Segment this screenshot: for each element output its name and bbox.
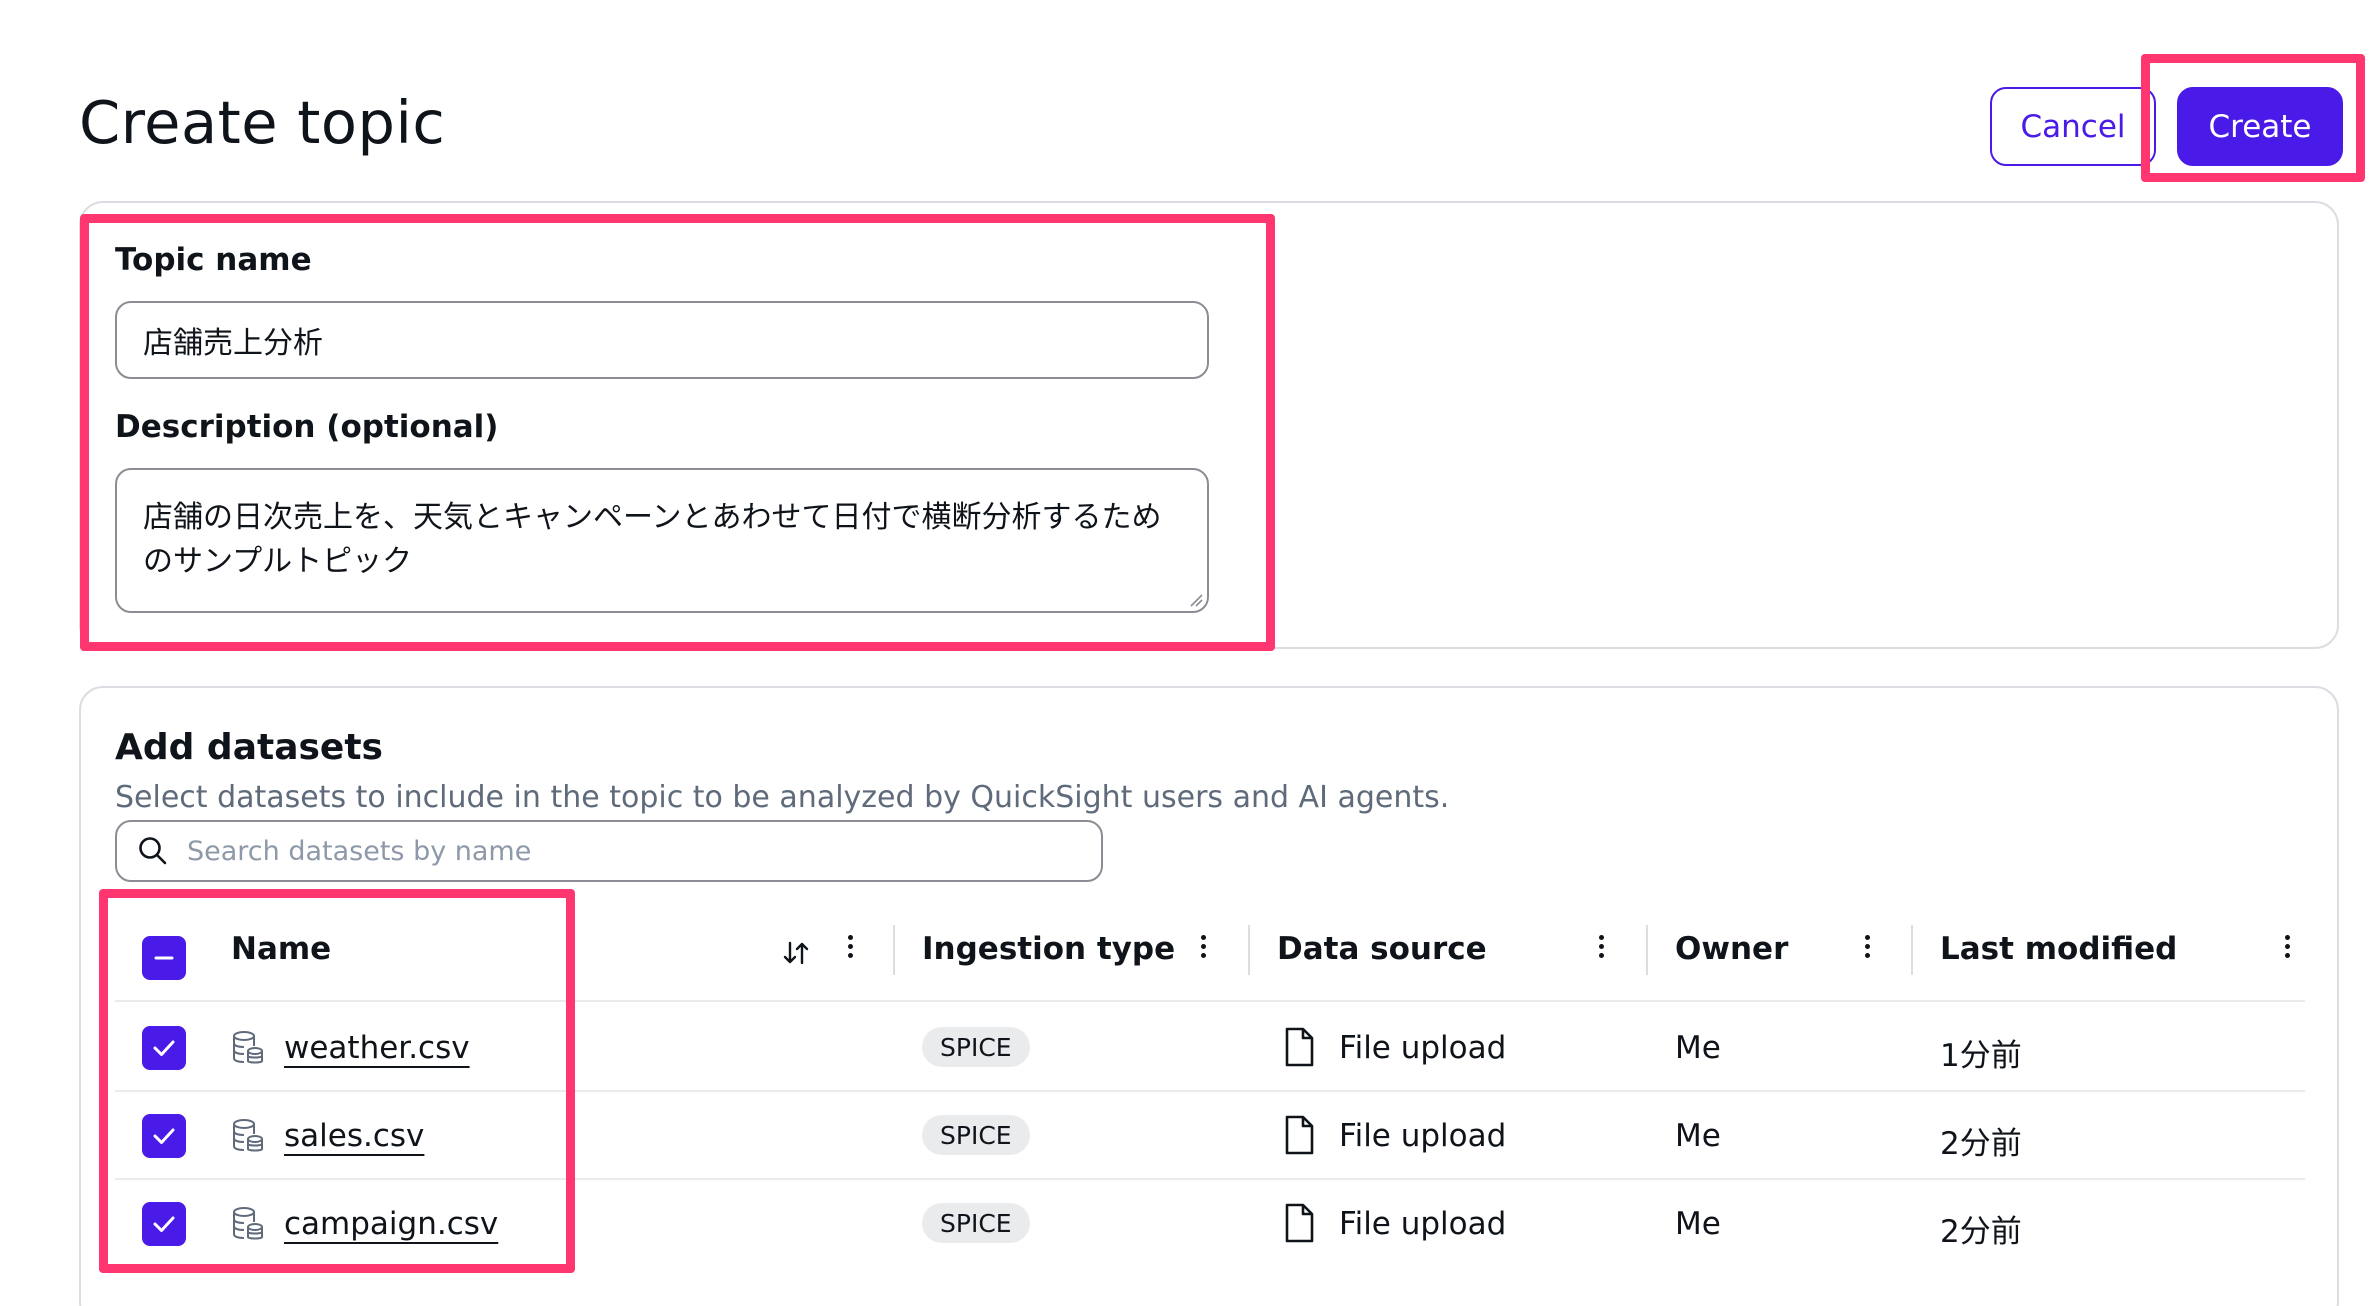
dataset-search-input[interactable]: Search datasets by name (115, 820, 1103, 882)
data-source-cell: File upload (1339, 1206, 1507, 1242)
row-checkbox[interactable] (142, 1026, 186, 1070)
topic-name-input[interactable]: 店舗売上分析 (115, 301, 1209, 379)
minus-icon (154, 956, 174, 960)
owner-cell: Me (1675, 1118, 1721, 1154)
column-header-ingestion-type[interactable]: Ingestion type (922, 931, 1175, 967)
checkmark-icon (153, 1216, 175, 1232)
dataset-icon (233, 1119, 263, 1152)
topic-name-label: Topic name (115, 242, 312, 278)
column-header-data-source[interactable]: Data source (1277, 931, 1487, 967)
description-label: Description (optional) (115, 409, 499, 445)
dataset-icon (233, 1031, 263, 1064)
column-header-last-modified[interactable]: Last modified (1940, 931, 2177, 967)
page-title: Create topic (79, 88, 446, 157)
row-checkbox[interactable] (142, 1114, 186, 1158)
datasets-section-description: Select datasets to include in the topic … (115, 780, 1450, 815)
modified-column-menu-icon[interactable] (2285, 935, 2291, 961)
row-checkbox[interactable] (142, 1202, 186, 1246)
last-modified-cell: 1分前 (1940, 1038, 2022, 1074)
cancel-button[interactable]: Cancel (1990, 87, 2156, 166)
ingestion-type-badge: SPICE (922, 1203, 1030, 1243)
column-divider (1911, 925, 1913, 975)
checkmark-icon (153, 1040, 175, 1056)
file-icon (1285, 1203, 1314, 1243)
search-placeholder: Search datasets by name (187, 835, 532, 867)
last-modified-cell: 2分前 (1940, 1126, 2022, 1162)
column-header-owner[interactable]: Owner (1675, 931, 1788, 967)
topic-name-value: 店舗売上分析 (143, 326, 323, 361)
dataset-icon (233, 1207, 263, 1240)
select-all-checkbox[interactable] (142, 936, 186, 980)
ingestion-column-menu-icon[interactable] (1201, 935, 1207, 961)
column-divider (1248, 925, 1250, 975)
dataset-name-link[interactable]: campaign.csv (284, 1206, 498, 1242)
ingestion-type-badge: SPICE (922, 1027, 1030, 1067)
description-value: 店舗の日次売上を、天気とキャンペーンとあわせて日付で横断分析するためのサンプルト… (143, 500, 1162, 579)
create-button[interactable]: Create (2177, 87, 2343, 166)
search-icon (139, 837, 167, 865)
dataset-name-link[interactable]: weather.csv (284, 1030, 470, 1066)
owner-cell: Me (1675, 1030, 1721, 1066)
resize-handle-icon[interactable] (1187, 591, 1203, 607)
description-textarea[interactable]: 店舗の日次売上を、天気とキャンペーンとあわせて日付で横断分析するためのサンプルト… (115, 468, 1209, 613)
row-divider (115, 1000, 2305, 1002)
file-icon (1285, 1115, 1314, 1155)
checkmark-icon (153, 1128, 175, 1144)
owner-column-menu-icon[interactable] (1865, 935, 1871, 961)
last-modified-cell: 2分前 (1940, 1214, 2022, 1250)
name-column-menu-icon[interactable] (848, 935, 854, 961)
row-divider (115, 1178, 2305, 1180)
sort-icon[interactable] (782, 940, 810, 966)
column-divider (1646, 925, 1648, 975)
file-icon (1285, 1027, 1314, 1067)
column-divider (893, 925, 895, 975)
data-source-cell: File upload (1339, 1118, 1507, 1154)
row-divider (115, 1090, 2305, 1092)
ingestion-type-badge: SPICE (922, 1115, 1030, 1155)
source-column-menu-icon[interactable] (1599, 935, 1605, 961)
data-source-cell: File upload (1339, 1030, 1507, 1066)
datasets-section-title: Add datasets (115, 727, 383, 768)
dataset-name-link[interactable]: sales.csv (284, 1118, 424, 1154)
column-header-name[interactable]: Name (231, 931, 331, 967)
owner-cell: Me (1675, 1206, 1721, 1242)
